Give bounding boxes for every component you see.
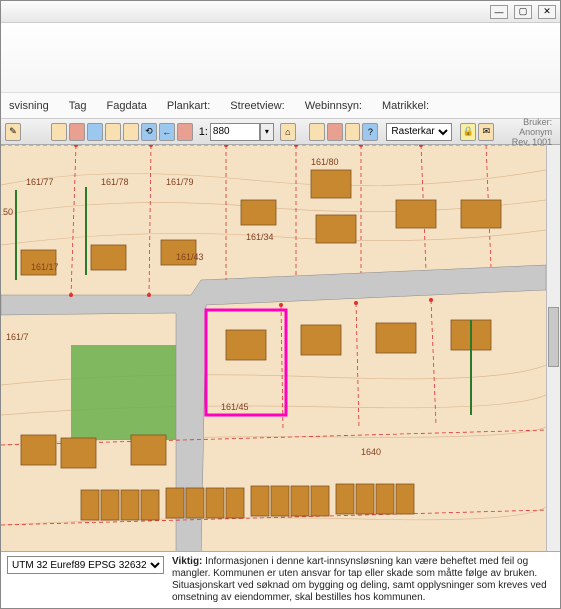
extent-label: 50 [3,207,13,217]
tool-refresh-icon[interactable]: ⟲ [141,123,157,141]
parcel-label: 161/78 [101,177,129,187]
tab-plankart[interactable]: Plankart: [167,100,210,112]
tool-mail-icon[interactable]: ✉ [478,123,494,141]
tool-stop-icon[interactable] [177,123,193,141]
user-info: Bruker: Anonym Rev. 1001 [496,117,556,147]
scale-prefix: 1: [199,126,208,138]
tab-fagdata[interactable]: Fagdata [107,100,147,112]
vertical-scrollbar[interactable] [546,145,560,551]
tool-back-icon[interactable]: ← [159,123,175,141]
tab-visning[interactable]: svisning [9,100,49,112]
scale-control: 1: ▾ [199,123,274,141]
parcel-label: 161/34 [246,232,274,242]
tool-home-icon[interactable]: ⌂ [280,123,296,141]
tab-matrikkel[interactable]: Matrikkel: [382,100,429,112]
disclaimer-body: Informasjonen i denne kart-innsynsløsnin… [172,556,547,603]
tab-streetview[interactable]: Streetview: [230,100,284,112]
tool-layer-icon[interactable] [51,123,67,141]
tool-lock-icon[interactable]: 🔒 [460,123,476,141]
footer: UTM 32 Euref89 EPSG 32632 Viktig: Inform… [1,551,560,608]
parcel-label: 161/45 [221,402,249,412]
toolbar: ✎ ⟲ ← 1: ▾ ⌂ ? Rasterkar 🔒 ✉ Bruker: Ano… [1,119,560,145]
titlebar: — ▢ ✕ [1,1,560,23]
window-close-button[interactable]: ✕ [538,5,556,19]
disclaimer-text: Viktig: Informasjonen i denne kart-innsy… [172,556,554,604]
cadastral-map: 161/77 161/78 161/79 161/80 161/17 161/3… [1,145,546,551]
window-maximize-button[interactable]: ▢ [514,5,532,19]
disclaimer-label: Viktig: [172,556,202,567]
scale-dropdown-icon[interactable]: ▾ [260,123,274,141]
map-viewport[interactable]: 161/77 161/78 161/79 161/80 161/17 161/3… [1,145,560,551]
parcel-label: 161/43 [176,252,204,262]
tool-help-icon[interactable]: ? [362,123,378,141]
tab-tag[interactable]: Tag [69,100,87,112]
tool-zoom-icon[interactable] [105,123,121,141]
scrollbar-thumb[interactable] [548,307,559,367]
parcel-label: 161/7 [6,332,29,342]
scale-input[interactable] [210,123,260,141]
app-window: — ▢ ✕ svisning Tag Fagdata Plankart: Str… [0,0,561,609]
tool-print-icon[interactable] [327,123,343,141]
tool-pan-icon[interactable] [123,123,139,141]
parcel-label: 161/79 [166,177,194,187]
tool-delete-icon[interactable] [69,123,85,141]
header-banner [1,23,560,93]
raster-select[interactable]: Rasterkar [386,123,452,141]
tab-webinnsyn[interactable]: Webinnsyn: [305,100,362,112]
tool-export-icon[interactable] [345,123,361,141]
parcel-label: 1640 [361,447,381,457]
main-tabs: svisning Tag Fagdata Plankart: Streetvie… [1,93,560,119]
tool-world-icon[interactable] [87,123,103,141]
tool-draw-icon[interactable]: ✎ [5,123,21,141]
parcel-label: 161/77 [26,177,54,187]
parcel-label: 161/80 [311,157,339,167]
tool-info-icon[interactable] [309,123,325,141]
user-name: Bruker: Anonym [496,117,552,137]
crs-select[interactable]: UTM 32 Euref89 EPSG 32632 [7,556,164,574]
window-minimize-button[interactable]: — [490,5,508,19]
parcel-label: 161/17 [31,262,59,272]
